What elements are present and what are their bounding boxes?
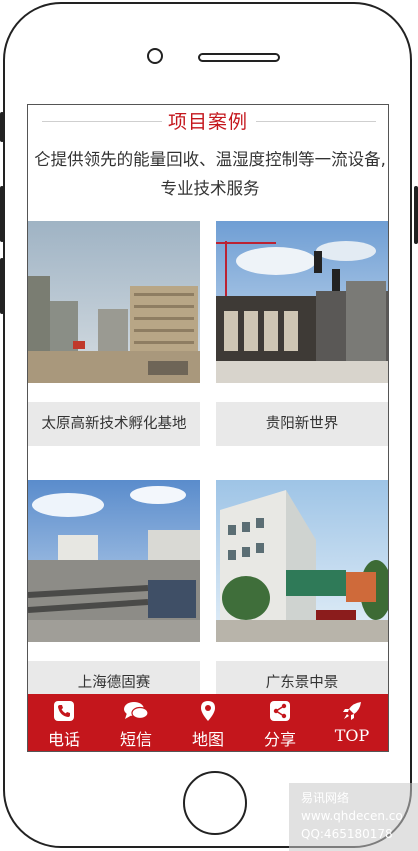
nav-top[interactable]: TOP bbox=[316, 694, 388, 751]
side-button-volume-up bbox=[0, 186, 4, 242]
watermark-line-1: 易讯网络 bbox=[301, 791, 350, 805]
intro-line-1: 仑提供领先的能量回收、温湿度控制等一流设备, bbox=[34, 150, 386, 169]
chat-icon bbox=[124, 702, 149, 720]
city-construction-photo bbox=[216, 221, 388, 383]
phone-icon bbox=[54, 701, 74, 721]
screen: 项目案例 仑提供领先的能量回收、温湿度控制等一流设备, 专业技术服务 太原高新技… bbox=[27, 104, 389, 752]
case-card[interactable]: 太原高新技术孵化基地 bbox=[28, 221, 200, 446]
section-intro: 仑提供领先的能量回收、温湿度控制等一流设备, 专业技术服务 bbox=[28, 145, 388, 203]
construction-site-photo bbox=[28, 221, 200, 383]
front-camera bbox=[147, 48, 163, 64]
share-icon bbox=[270, 701, 290, 721]
rocket-icon bbox=[343, 702, 361, 720]
nav-phone[interactable]: 电话 bbox=[28, 694, 100, 751]
side-button-power bbox=[414, 186, 418, 244]
nav-map[interactable]: 地图 bbox=[172, 694, 244, 751]
home-button[interactable] bbox=[183, 771, 247, 835]
watermark-line-2: www.qhdecen.co bbox=[301, 809, 403, 823]
section-title: 项目案例 bbox=[28, 107, 388, 134]
case-card[interactable]: 贵阳新世界 bbox=[216, 221, 388, 446]
case-label: 贵阳新世界 bbox=[216, 402, 388, 446]
side-button-volume-down bbox=[0, 258, 4, 314]
nav-label: 电话 bbox=[47, 730, 80, 749]
case-card[interactable]: 上海德固赛 bbox=[28, 480, 200, 705]
case-label: 太原高新技术孵化基地 bbox=[28, 402, 200, 446]
nav-label: 分享 bbox=[263, 730, 296, 749]
section-heading-row: 项目案例 bbox=[28, 105, 388, 135]
map-pin-icon bbox=[201, 701, 215, 721]
speaker-grille bbox=[198, 53, 280, 62]
watermark-line-3: QQ:465180178 bbox=[301, 827, 393, 841]
nav-share[interactable]: 分享 bbox=[244, 694, 316, 751]
nav-label: 短信 bbox=[119, 730, 152, 749]
rooftop-equipment-photo bbox=[28, 480, 200, 642]
nav-sms[interactable]: 短信 bbox=[100, 694, 172, 751]
watermark: 易讯网络 www.qhdecen.co QQ:465180178 bbox=[289, 783, 418, 851]
case-card[interactable]: 广东景中景 bbox=[216, 480, 388, 705]
bottom-nav-bar: 电话 短信 地图 分享 TOP bbox=[28, 694, 388, 751]
nav-label: 地图 bbox=[191, 730, 224, 749]
nav-label: TOP bbox=[334, 726, 370, 745]
intro-line-2: 专业技术服务 bbox=[160, 179, 260, 198]
side-button-silent bbox=[0, 112, 4, 142]
factory-building-photo bbox=[216, 480, 388, 642]
